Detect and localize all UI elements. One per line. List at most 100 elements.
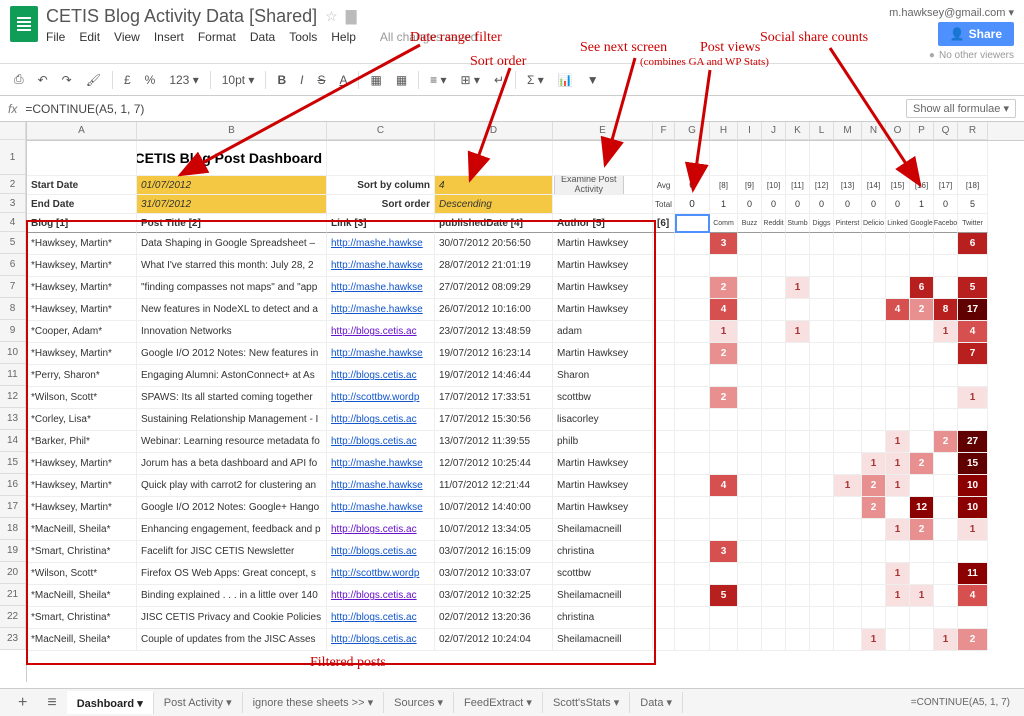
star-icon[interactable]: ☆ bbox=[325, 8, 338, 25]
table-row[interactable]: *Barker, Phil*Webinar: Learning resource… bbox=[27, 431, 1024, 453]
currency-button[interactable]: £ bbox=[118, 69, 137, 91]
row-header-21[interactable]: 21 bbox=[0, 584, 26, 606]
post-link[interactable]: http://mashe.hawkse bbox=[327, 255, 435, 277]
table-row[interactable]: *Hawksey, Martin*Data Shaping in Google … bbox=[27, 233, 1024, 255]
col-header-H[interactable]: H bbox=[710, 122, 738, 140]
row-header-10[interactable]: 10 bbox=[0, 342, 26, 364]
col-header-A[interactable]: A bbox=[27, 122, 137, 140]
row-header-23[interactable]: 23 bbox=[0, 628, 26, 650]
post-link[interactable]: http://blogs.cetis.ac bbox=[327, 431, 435, 453]
border-button[interactable]: ▦ bbox=[390, 69, 413, 91]
row-header-12[interactable]: 12 bbox=[0, 386, 26, 408]
functions-button[interactable]: Σ ▾ bbox=[521, 69, 550, 91]
table-row[interactable]: *Hawksey, Martin*"finding compasses not … bbox=[27, 277, 1024, 299]
post-link[interactable]: http://scottbw.wordp bbox=[327, 563, 435, 585]
table-row[interactable]: *MacNeill, Sheila*Enhancing engagement, … bbox=[27, 519, 1024, 541]
table-row[interactable]: *Wilson, Scott*SPAWS: Its all started co… bbox=[27, 387, 1024, 409]
row-header-3[interactable]: 3 bbox=[0, 194, 26, 213]
post-link[interactable]: http://blogs.cetis.ac bbox=[327, 365, 435, 387]
row-header-5[interactable]: 5 bbox=[0, 232, 26, 254]
table-row[interactable]: *Hawksey, Martin*New features in NodeXL … bbox=[27, 299, 1024, 321]
col-header-R[interactable]: R bbox=[958, 122, 988, 140]
row-header-15[interactable]: 15 bbox=[0, 452, 26, 474]
col-header-F[interactable]: F bbox=[653, 122, 675, 140]
bold-button[interactable]: B bbox=[271, 69, 292, 91]
post-link[interactable]: http://mashe.hawkse bbox=[327, 299, 435, 321]
row-header-8[interactable]: 8 bbox=[0, 298, 26, 320]
row-header-9[interactable]: 9 bbox=[0, 320, 26, 342]
wrap-button[interactable]: ↵ bbox=[488, 69, 510, 91]
sheets-app-icon[interactable] bbox=[10, 6, 38, 42]
col-header-N[interactable]: N bbox=[862, 122, 886, 140]
menu-data[interactable]: Data bbox=[250, 30, 275, 44]
table-row[interactable]: *Smart, Christina*Facelift for JISC CETI… bbox=[27, 541, 1024, 563]
table-row[interactable]: *Hawksey, Martin*Google I/O 2012 Notes: … bbox=[27, 343, 1024, 365]
row-header-1[interactable]: 1 bbox=[0, 140, 26, 175]
col-header-O[interactable]: O bbox=[886, 122, 910, 140]
row-header-2[interactable]: 2 bbox=[0, 175, 26, 194]
post-link[interactable]: http://mashe.hawkse bbox=[327, 497, 435, 519]
add-sheet-button[interactable]: + bbox=[8, 694, 37, 712]
col-header-B[interactable]: B bbox=[137, 122, 327, 140]
col-header-D[interactable]: D bbox=[435, 122, 553, 140]
italic-button[interactable]: I bbox=[294, 69, 309, 91]
row-header-14[interactable]: 14 bbox=[0, 430, 26, 452]
fill-color-button[interactable]: ▦ bbox=[364, 69, 387, 91]
post-link[interactable]: http://scottbw.wordp bbox=[327, 387, 435, 409]
all-sheets-button[interactable]: ≡ bbox=[37, 694, 66, 712]
post-link[interactable]: http://mashe.hawkse bbox=[327, 475, 435, 497]
table-row[interactable]: *MacNeill, Sheila*Couple of updates from… bbox=[27, 629, 1024, 651]
post-link[interactable]: http://blogs.cetis.ac bbox=[327, 541, 435, 563]
table-row[interactable]: *Hawksey, Martin*Jorum has a beta dashbo… bbox=[27, 453, 1024, 475]
paint-format-button[interactable]: 🖌 bbox=[80, 69, 107, 91]
post-link[interactable]: http://blogs.cetis.ac bbox=[327, 585, 435, 607]
row-header-7[interactable]: 7 bbox=[0, 276, 26, 298]
folder-icon[interactable]: ▇ bbox=[346, 8, 357, 25]
sheet-tab-dashboard[interactable]: Dashboard ▾ bbox=[67, 691, 154, 714]
col-header-I[interactable]: I bbox=[738, 122, 762, 140]
menu-edit[interactable]: Edit bbox=[79, 30, 100, 44]
row-header-20[interactable]: 20 bbox=[0, 562, 26, 584]
row-header-22[interactable]: 22 bbox=[0, 606, 26, 628]
user-email[interactable]: m.hawksey@gmail.com ▾ bbox=[889, 6, 1014, 19]
table-row[interactable]: *Corley, Lisa*Sustaining Relationship Ma… bbox=[27, 409, 1024, 431]
examine-post-button[interactable]: Examine PostActivity bbox=[554, 176, 624, 195]
col-header-G[interactable]: G bbox=[675, 122, 710, 140]
align-button[interactable]: ≡ ▾ bbox=[424, 69, 452, 91]
table-row[interactable]: *Hawksey, Martin*Google I/O 2012 Notes: … bbox=[27, 497, 1024, 519]
post-link[interactable]: http://mashe.hawkse bbox=[327, 343, 435, 365]
strike-button[interactable]: S bbox=[311, 69, 331, 91]
row-header-16[interactable]: 16 bbox=[0, 474, 26, 496]
share-button[interactable]: 👤 Share bbox=[938, 22, 1014, 46]
sheet-tab-data[interactable]: Data ▾ bbox=[630, 692, 683, 713]
menu-file[interactable]: File bbox=[46, 30, 65, 44]
menu-view[interactable]: View bbox=[114, 30, 140, 44]
show-formulae-button[interactable]: Show all formulae ▾ bbox=[906, 99, 1016, 118]
sheet-tab-ignore-these-sheets-[interactable]: ignore these sheets >> ▾ bbox=[243, 692, 385, 713]
table-row[interactable]: *Hawksey, Martin*What I've starred this … bbox=[27, 255, 1024, 277]
post-link[interactable]: http://blogs.cetis.ac bbox=[327, 629, 435, 651]
percent-button[interactable]: % bbox=[139, 69, 162, 91]
post-link[interactable]: http://mashe.hawkse bbox=[327, 453, 435, 475]
table-row[interactable]: *MacNeill, Sheila*Binding explained . . … bbox=[27, 585, 1024, 607]
menu-help[interactable]: Help bbox=[331, 30, 356, 44]
text-color-button[interactable]: A bbox=[333, 69, 353, 91]
document-title[interactable]: CETIS Blog Activity Data [Shared] bbox=[46, 6, 317, 27]
zoom-dropdown[interactable]: 123 ▾ bbox=[163, 69, 204, 91]
undo-button[interactable]: ↶ bbox=[32, 69, 54, 91]
col-header-E[interactable]: E bbox=[553, 122, 653, 140]
post-link[interactable]: http://blogs.cetis.ac bbox=[327, 409, 435, 431]
col-header-C[interactable]: C bbox=[327, 122, 435, 140]
table-row[interactable]: *Smart, Christina*JISC CETIS Privacy and… bbox=[27, 607, 1024, 629]
redo-button[interactable]: ↷ bbox=[56, 69, 78, 91]
fontsize-dropdown[interactable]: 10pt ▾ bbox=[216, 69, 261, 91]
row-header-6[interactable]: 6 bbox=[0, 254, 26, 276]
menu-insert[interactable]: Insert bbox=[154, 30, 184, 44]
col-header-J[interactable]: J bbox=[762, 122, 786, 140]
row-header-4[interactable]: 4 bbox=[0, 213, 26, 232]
print-button[interactable]: ⎙ bbox=[8, 68, 30, 91]
col-header-Q[interactable]: Q bbox=[934, 122, 958, 140]
col-header-M[interactable]: M bbox=[834, 122, 862, 140]
sheet-tab-feedextract[interactable]: FeedExtract ▾ bbox=[454, 692, 543, 713]
post-link[interactable]: http://blogs.cetis.ac bbox=[327, 607, 435, 629]
